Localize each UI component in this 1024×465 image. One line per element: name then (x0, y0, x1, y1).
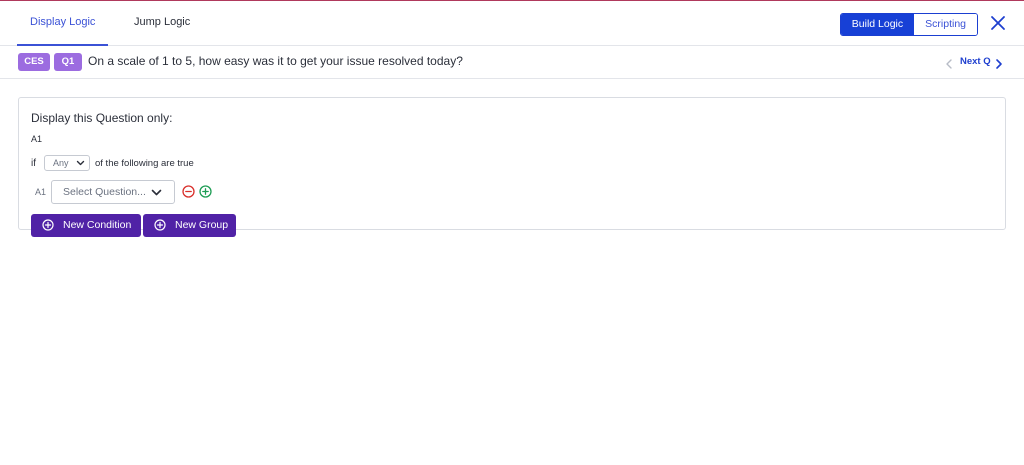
mode-toggle: Build Logic Scripting (839, 13, 978, 36)
next-question-link[interactable]: Next Q (960, 56, 991, 67)
logic-header: Display Logic Jump Logic Build Logic Scr… (0, 1, 1024, 46)
tab-jump-logic[interactable]: Jump Logic (121, 1, 203, 46)
question-bar: CES Q1 On a scale of 1 to 5, how easy wa… (0, 47, 1024, 79)
group-label: A1 (31, 134, 43, 144)
remove-condition-button[interactable] (182, 185, 195, 198)
condition-label: A1 (35, 187, 47, 197)
tab-display-logic[interactable]: Display Logic (17, 1, 109, 46)
next-question-button[interactable] (994, 57, 1004, 69)
chevron-right-icon (996, 59, 1002, 69)
previous-question-button[interactable] (944, 57, 954, 69)
minus-circle-icon (182, 185, 195, 198)
new-condition-button[interactable]: New Condition (31, 214, 141, 237)
build-logic-button[interactable]: Build Logic (840, 14, 915, 35)
chevron-down-icon (151, 189, 162, 196)
chevron-down-icon (76, 160, 85, 166)
match-type-select[interactable]: Any (44, 155, 90, 171)
new-group-button[interactable]: New Group (143, 214, 236, 237)
new-condition-label: New Condition (63, 219, 132, 231)
question-type-badge: CES (18, 53, 50, 71)
display-logic-panel: Display this Question only: A1 if Any of… (18, 97, 1006, 237)
chevron-left-icon (946, 59, 952, 69)
question-select-placeholder: Select Question... (63, 186, 146, 198)
new-group-label: New Group (175, 219, 229, 231)
plus-circle-icon (42, 219, 54, 231)
question-select[interactable]: Select Question... (51, 180, 175, 204)
match-type-value: Any (53, 158, 69, 168)
following-label: of the following are true (95, 158, 194, 169)
question-text: On a scale of 1 to 5, how easy was it to… (88, 54, 463, 68)
add-condition-button[interactable] (199, 185, 212, 198)
if-label: if (31, 158, 36, 169)
close-icon (991, 16, 1005, 30)
close-button[interactable] (990, 15, 1006, 31)
scripting-button[interactable]: Scripting (914, 14, 977, 35)
question-number-badge: Q1 (54, 53, 82, 71)
plus-circle-icon (154, 219, 166, 231)
plus-circle-icon (199, 185, 212, 198)
panel-title: Display this Question only: (31, 111, 173, 125)
